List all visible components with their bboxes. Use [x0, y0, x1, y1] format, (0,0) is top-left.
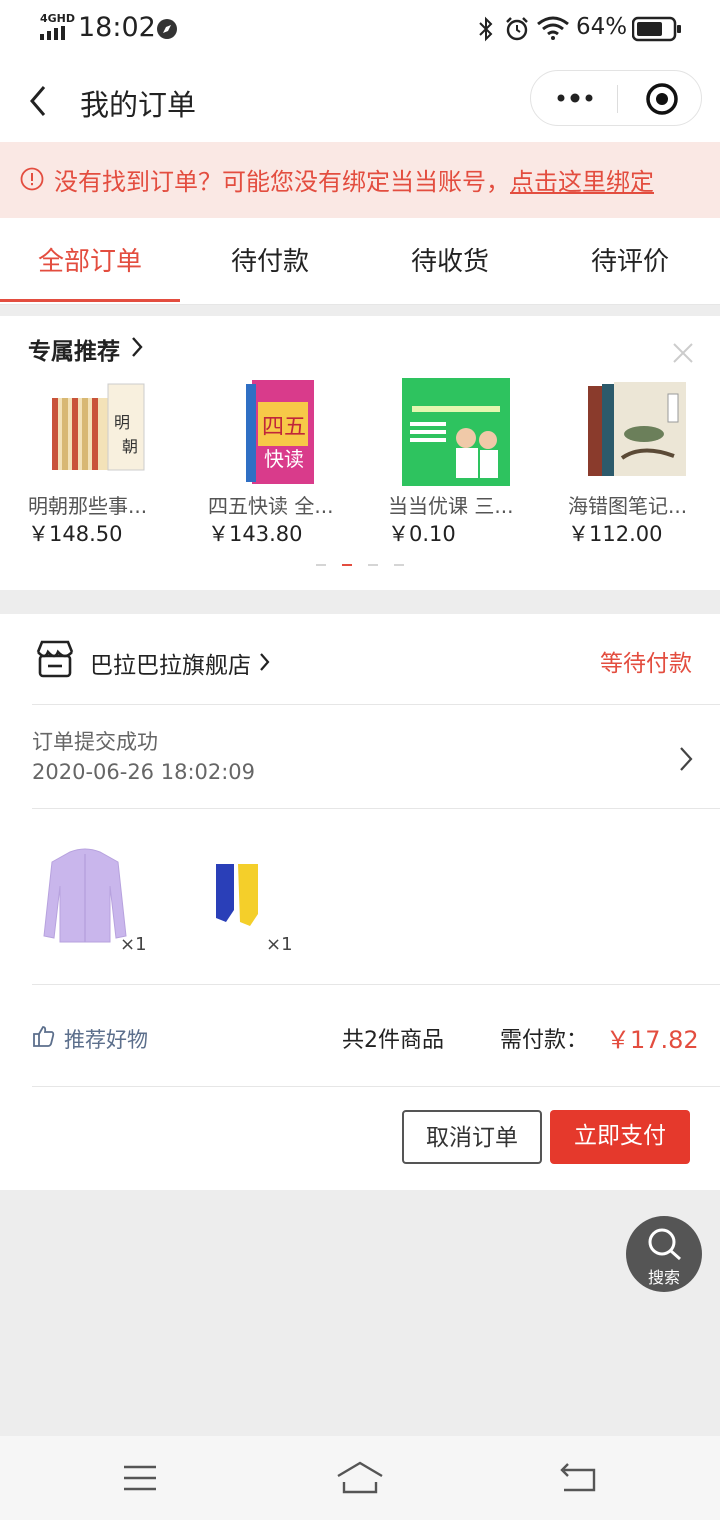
- tab-all-orders[interactable]: 全部订单: [0, 218, 180, 304]
- chevron-right-icon: [132, 337, 143, 357]
- clock: 18:02: [78, 12, 156, 43]
- book-cover-image: 四五 快读: [246, 380, 314, 484]
- active-tab-indicator: [0, 299, 180, 302]
- recommend-item[interactable]: 四五 快读 四五快读 全... ￥143.80: [208, 376, 368, 546]
- shop-icon: [36, 640, 74, 678]
- search-button[interactable]: 搜索: [626, 1216, 702, 1292]
- recommend-item-price: ￥112.00: [568, 522, 663, 546]
- cancel-order-button[interactable]: 取消订单: [402, 1110, 542, 1164]
- pay-amount: ￥17.82: [606, 1026, 699, 1054]
- chevron-right-icon: [680, 747, 693, 771]
- bind-account-link[interactable]: 点击这里绑定: [510, 168, 654, 196]
- order-time: 2020-06-26 18:02:09: [32, 760, 256, 784]
- bluetooth-icon: [479, 16, 493, 42]
- recommend-item-price: ￥148.50: [28, 522, 123, 546]
- jacket-product-image[interactable]: [40, 846, 130, 946]
- total-count: 共2件商品: [342, 1028, 444, 1053]
- book-cover-image: 明 朝: [52, 383, 145, 471]
- carousel-dot: [368, 564, 378, 566]
- item-quantity: ×1: [266, 934, 293, 955]
- svg-text:四五: 四五: [262, 415, 306, 440]
- bind-account-notice: 没有找到订单？可能您没有绑定当当账号，点击这里绑定: [0, 142, 720, 218]
- recommend-item[interactable]: 当当优课 三... ￥0.10: [388, 376, 548, 546]
- battery-icon: [632, 16, 681, 42]
- recommend-item[interactable]: 明 朝 明朝那些事... ￥148.50: [28, 376, 188, 546]
- recommend-item-name: 海错图笔记...: [568, 494, 688, 518]
- divider: [32, 984, 720, 985]
- close-miniprogram-icon[interactable]: [645, 82, 679, 116]
- back-nav-icon[interactable]: [558, 1462, 598, 1494]
- nav-bar: 我的订单: [0, 58, 720, 142]
- wifi-icon: [537, 16, 569, 40]
- warning-icon: [20, 167, 44, 191]
- carousel-dot: [394, 564, 404, 566]
- order-submitted-text: 订单提交成功: [32, 730, 158, 754]
- status-bar: 4GHD 18:02 64%: [0, 0, 720, 58]
- divider: [32, 808, 720, 809]
- recommend-item-name: 四五快读 全...: [208, 494, 334, 518]
- recommend-item-price: ￥0.10: [388, 522, 456, 546]
- book-cover-image: [588, 382, 686, 476]
- chevron-right-icon: [260, 653, 270, 671]
- home-icon[interactable]: [336, 1460, 384, 1494]
- recommend-item-name: 明朝那些事...: [28, 494, 148, 518]
- recommend-item-price: ￥143.80: [208, 522, 303, 546]
- divider: [32, 1086, 720, 1087]
- search-label: 搜索: [647, 1268, 680, 1287]
- battery-percent: 64%: [576, 14, 628, 40]
- notice-message: 没有找到订单？可能您没有绑定当当账号，: [54, 168, 510, 196]
- recommend-title[interactable]: 专属推荐: [28, 332, 120, 366]
- network-type: 4GHD: [40, 12, 76, 25]
- pay-label: 需付款：: [500, 1028, 589, 1053]
- mini-program-capsule: [530, 70, 702, 126]
- pay-now-button[interactable]: 立即支付: [550, 1110, 690, 1164]
- recommend-item-name: 当当优课 三...: [388, 494, 514, 518]
- svg-text:快读: 快读: [264, 447, 304, 471]
- close-icon[interactable]: [672, 342, 694, 364]
- alarm-icon: [506, 17, 528, 41]
- thumbs-up-icon[interactable]: [32, 1024, 56, 1048]
- back-icon[interactable]: [26, 84, 52, 118]
- page-title: 我的订单: [80, 88, 197, 122]
- carousel-dot: [316, 564, 326, 566]
- svg-text:明: 明: [114, 413, 130, 432]
- recommend-item[interactable]: 海错图笔记... ￥112.00: [568, 376, 720, 546]
- svg-text:朝: 朝: [122, 437, 138, 456]
- order-tabs: 全部订单 待付款 待收货 待评价: [0, 218, 720, 305]
- compass-icon: [157, 19, 177, 39]
- capsule-divider: [617, 85, 618, 113]
- divider: [32, 704, 720, 705]
- system-nav-bar: [0, 1436, 720, 1520]
- order-detail-row[interactable]: 订单提交成功 2020-06-26 18:02:09: [0, 706, 720, 808]
- recommend-section: 专属推荐 明 朝 明朝那些事... ￥148.50 四五 快读 四五快读 全..…: [0, 316, 720, 590]
- carousel-indicator: [316, 564, 406, 568]
- recommend-goods-link[interactable]: 推荐好物: [64, 1024, 148, 1054]
- item-quantity: ×1: [120, 934, 147, 955]
- course-ad-image: [402, 378, 510, 486]
- notice-text: 没有找到订单？可能您没有绑定当当账号，点击这里绑定: [54, 162, 654, 197]
- order-status: 等待付款: [600, 651, 692, 677]
- tab-pending-review[interactable]: 待评价: [540, 218, 720, 304]
- tab-pending-payment[interactable]: 待付款: [180, 218, 360, 304]
- more-icon[interactable]: [555, 91, 595, 105]
- carousel-dot-active: [342, 564, 352, 566]
- order-card: 巴拉巴拉旗舰店 等待付款 订单提交成功 2020-06-26 18:02:09 …: [0, 614, 720, 1190]
- search-icon: [648, 1228, 681, 1261]
- menu-icon[interactable]: [122, 1464, 158, 1492]
- socks-product-image[interactable]: [212, 860, 262, 930]
- tab-pending-receipt[interactable]: 待收货: [360, 218, 540, 304]
- shop-name[interactable]: 巴拉巴拉旗舰店: [90, 646, 251, 680]
- signal-icon: [40, 26, 65, 40]
